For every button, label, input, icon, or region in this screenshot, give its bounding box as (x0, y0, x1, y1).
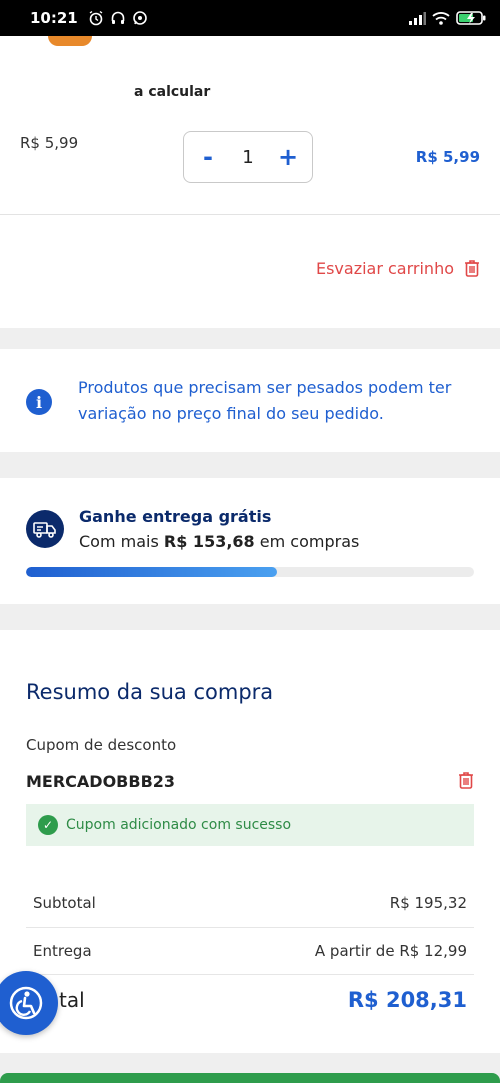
trash-icon (465, 260, 479, 277)
signal-icon (409, 12, 426, 25)
subtotal-row: Subtotal R$ 195,32 (26, 880, 474, 926)
free-shipping-prefix: Com mais (79, 532, 159, 551)
total-row: tal R$ 208,31 (26, 974, 474, 1024)
summary-title: Resumo da sua compra (26, 680, 274, 704)
increment-button[interactable]: + (278, 145, 298, 169)
unit-price: R$ 5,99 (20, 134, 79, 152)
free-shipping-card: Ganhe entrega grátis Com mais R$ 153,68 … (0, 478, 500, 604)
purchase-summary-card: Resumo da sua compra Cupom de desconto M… (0, 630, 500, 1053)
decrement-button[interactable]: - (198, 145, 218, 169)
weight-notice-text: Produtos que precisam ser pesados podem … (78, 378, 452, 423)
free-shipping-title: Ganhe entrega grátis (79, 507, 272, 526)
headphones-icon (111, 11, 125, 24)
empty-cart-button[interactable]: Esvaziar carrinho (316, 258, 482, 278)
free-shipping-suffix: em compras (259, 532, 360, 551)
status-bar: 10:21 (0, 0, 500, 36)
checkout-button[interactable] (0, 1073, 500, 1083)
divider (0, 214, 500, 215)
remove-coupon-button[interactable] (456, 770, 476, 794)
status-time: 10:21 (30, 9, 78, 27)
subtotal-value: R$ 195,32 (389, 894, 467, 912)
product-thumbnail[interactable] (48, 36, 92, 46)
quantity-stepper: - 1 + (183, 131, 313, 183)
weight-notice-card: i Produtos que precisam ser pesados pode… (0, 349, 500, 452)
progress-fill (26, 567, 277, 577)
accessibility-icon (9, 986, 43, 1020)
cart-item-card: a calcular R$ 5,99 - 1 + R$ 5,99 Esvazia… (0, 36, 500, 328)
alarm-icon (89, 10, 103, 26)
info-icon: i (26, 389, 52, 415)
total-value: R$ 208,31 (347, 987, 467, 1012)
delivery-label: Entrega (33, 941, 92, 960)
subtotal-label: Subtotal (33, 894, 96, 912)
coupon-label: Cupom de desconto (26, 736, 177, 754)
line-total: R$ 5,99 (415, 148, 480, 166)
delivery-truck-icon (26, 510, 64, 548)
free-shipping-progress (26, 567, 474, 577)
delivery-row: Entrega A partir de R$ 12,99 (26, 927, 474, 973)
check-circle-icon: ✓ (38, 815, 58, 835)
trash-icon (459, 772, 473, 789)
free-shipping-subtitle: Com mais R$ 153,68 em compras (79, 532, 359, 551)
delivery-value: A partir de R$ 12,99 (314, 941, 467, 960)
battery-charging-icon (456, 11, 486, 25)
free-shipping-amount: R$ 153,68 (163, 532, 255, 551)
quantity-value: 1 (242, 146, 254, 168)
whatsapp-icon (132, 11, 147, 25)
coupon-code: MERCADOBBB23 (26, 772, 176, 791)
wifi-icon (432, 12, 450, 25)
shipping-note: a calcular (134, 84, 211, 100)
coupon-success-text: Cupom adicionado com sucesso (66, 817, 292, 833)
coupon-success-banner: ✓ Cupom adicionado com sucesso (26, 804, 474, 846)
empty-cart-label: Esvaziar carrinho (315, 258, 454, 278)
